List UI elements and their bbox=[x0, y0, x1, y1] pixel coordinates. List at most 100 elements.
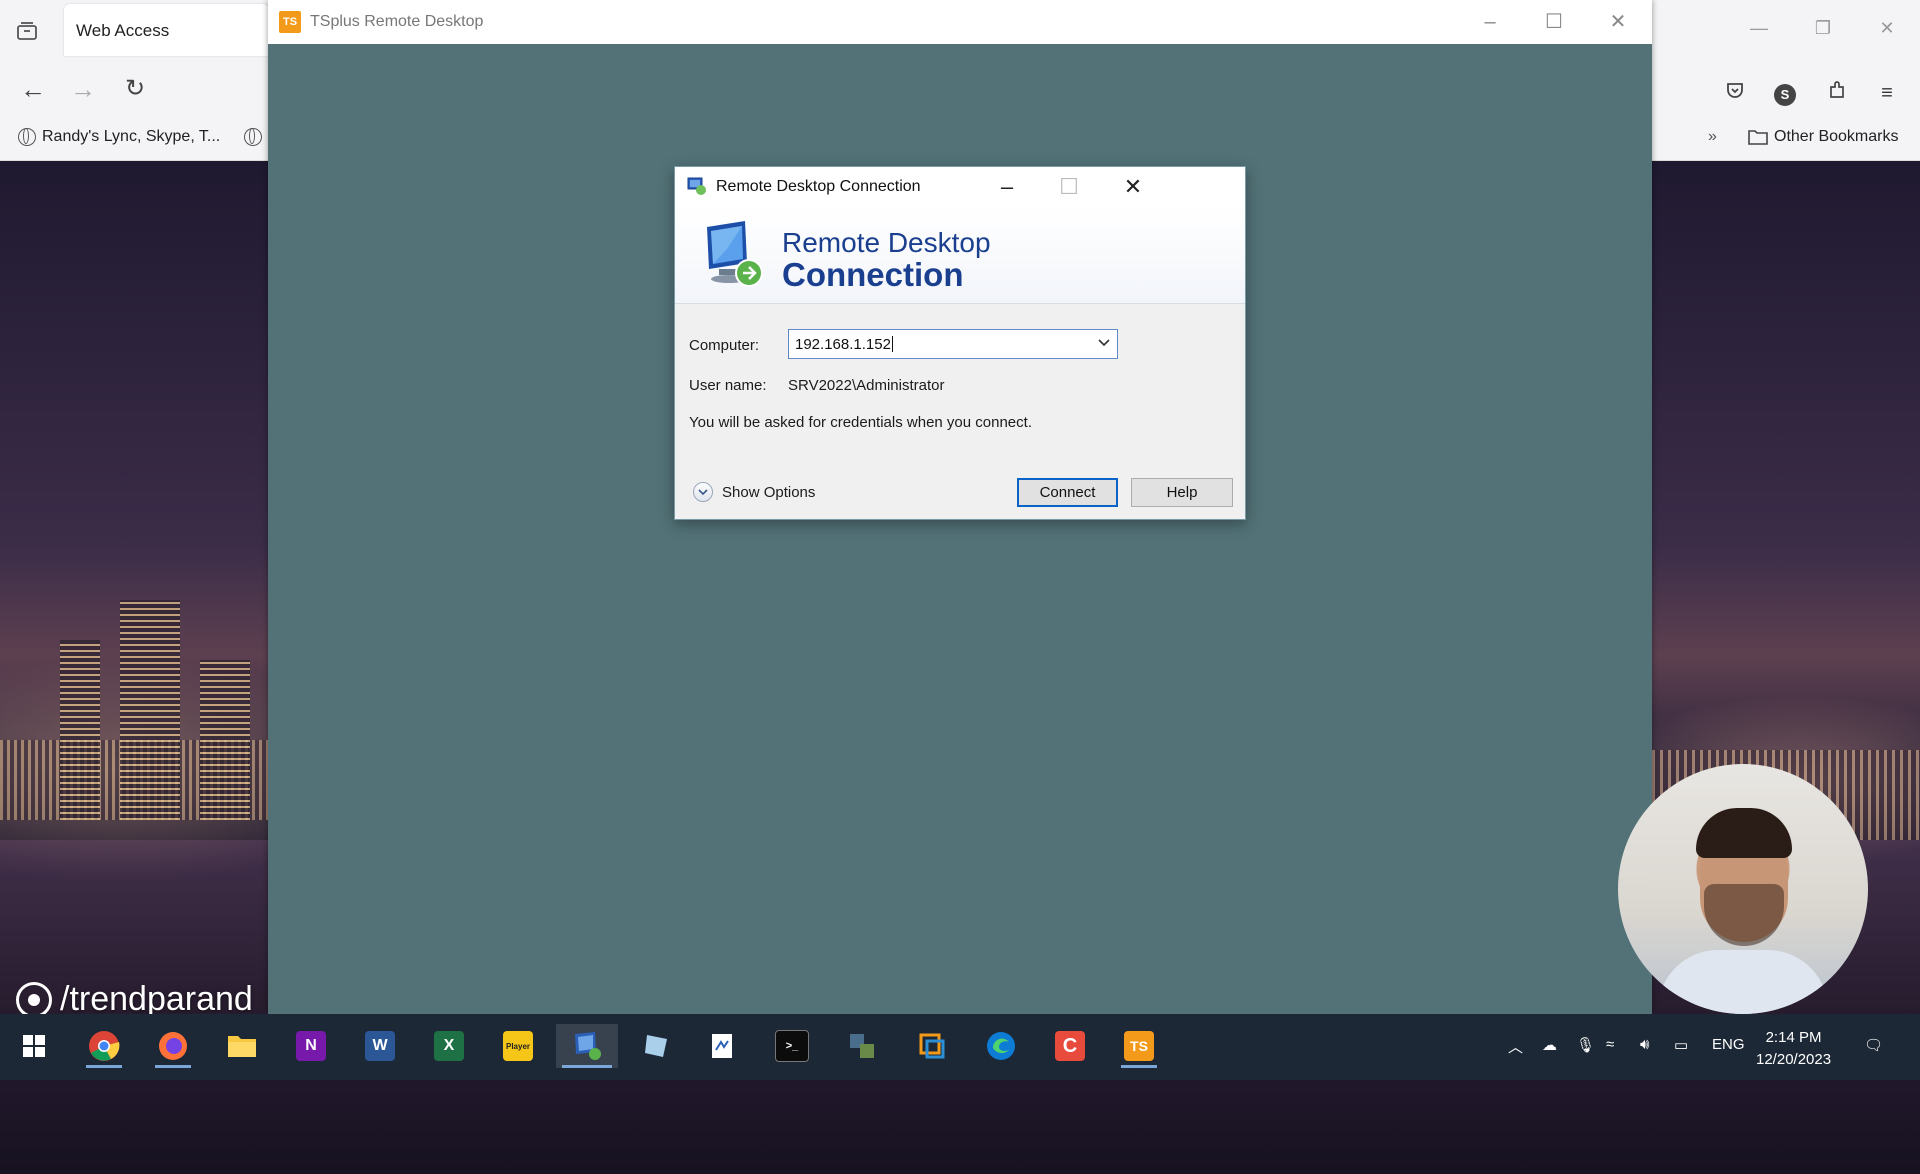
rdc-title: Remote Desktop Connection bbox=[716, 178, 921, 195]
onedrive-icon[interactable]: ☁ bbox=[1542, 1036, 1557, 1054]
document-app-icon bbox=[712, 1034, 732, 1058]
webcam-overlay bbox=[1618, 764, 1868, 1014]
remote-desktop-icon bbox=[575, 1032, 601, 1060]
excel-icon: X bbox=[434, 1031, 464, 1061]
tsplus-titlebar: TS TSplus Remote Desktop – ☐ ✕ bbox=[268, 0, 1652, 44]
taskbar-firefox[interactable] bbox=[149, 1024, 197, 1068]
taskbar-onenote[interactable]: N bbox=[287, 1024, 335, 1068]
volume-icon[interactable]: 🔊︎ bbox=[1640, 1036, 1649, 1053]
taskbar-clock[interactable]: 2:14 PM 12/20/2023 bbox=[1756, 1027, 1831, 1071]
tab-list-icon[interactable] bbox=[14, 18, 40, 44]
clock-time: 2:14 PM bbox=[1765, 1029, 1822, 1046]
reload-icon[interactable]: ↻ bbox=[120, 74, 150, 104]
webcam-shirt bbox=[1658, 950, 1828, 1014]
globe-icon bbox=[244, 128, 262, 146]
bookmark-item-2[interactable] bbox=[244, 128, 262, 146]
tsplus-maximize-icon[interactable]: ☐ bbox=[1532, 8, 1576, 36]
rdc-titlebar: Remote Desktop Connection – ☐ ✕ bbox=[675, 167, 1245, 207]
chrome-icon bbox=[89, 1031, 120, 1061]
film-reel-icon bbox=[16, 981, 52, 1018]
taskbar-word[interactable]: W bbox=[356, 1024, 404, 1068]
computer-combobox[interactable]: 192.168.1.152 bbox=[788, 329, 1118, 359]
orange-app-icon bbox=[919, 1033, 945, 1059]
taskbar-app-red[interactable]: C bbox=[1046, 1024, 1094, 1068]
red-app-icon: C bbox=[1055, 1031, 1085, 1061]
show-options-label: Show Options bbox=[722, 483, 816, 501]
browser-close-icon[interactable]: ✕ bbox=[1872, 18, 1902, 39]
chevron-down-icon[interactable] bbox=[1097, 336, 1111, 350]
credentials-info: You will be asked for credentials when y… bbox=[689, 414, 1032, 431]
firefox-icon bbox=[159, 1032, 187, 1060]
taskbar-running-indicator bbox=[562, 1065, 612, 1068]
onenote-icon: N bbox=[296, 1031, 326, 1061]
taskbar-app-orange[interactable] bbox=[908, 1024, 956, 1068]
action-center-icon[interactable]: 🗨︎ bbox=[1864, 1036, 1883, 1054]
browser-restore-icon[interactable]: ❐ bbox=[1808, 18, 1838, 39]
taskbar-edge[interactable] bbox=[977, 1024, 1025, 1068]
windows-logo-icon bbox=[23, 1035, 45, 1057]
profile-avatar[interactable]: S bbox=[1772, 80, 1798, 106]
taskbar-chrome[interactable] bbox=[80, 1024, 128, 1068]
tsplus-minimize-icon[interactable]: – bbox=[1468, 8, 1512, 36]
tsplus-logo-icon: TS bbox=[279, 11, 301, 33]
help-button[interactable]: Help bbox=[1131, 478, 1233, 507]
taskbar-player[interactable]: Player bbox=[494, 1024, 542, 1068]
taskbar-terminal[interactable]: >_ bbox=[768, 1024, 816, 1068]
back-icon[interactable]: ← bbox=[18, 74, 48, 104]
other-bookmarks[interactable]: Other Bookmarks bbox=[1748, 128, 1898, 146]
wallpaper-tower bbox=[200, 660, 250, 820]
taskbar-remote-desktop[interactable] bbox=[556, 1024, 618, 1068]
pocket-icon[interactable] bbox=[1722, 80, 1748, 106]
microphone-icon[interactable]: 🎙︎ bbox=[1576, 1036, 1595, 1054]
bookmarks-overflow-icon[interactable]: » bbox=[1708, 128, 1717, 146]
tray-overflow-icon[interactable]: ︿ bbox=[1508, 1036, 1523, 1057]
rdc-banner-line2: Connection bbox=[782, 256, 964, 293]
input-language[interactable]: ENG bbox=[1712, 1036, 1745, 1053]
taskbar-app-blue[interactable] bbox=[632, 1024, 680, 1068]
expand-circle-icon bbox=[693, 482, 713, 502]
menu-icon[interactable]: ≡ bbox=[1874, 80, 1900, 106]
webcam-beard bbox=[1704, 884, 1784, 946]
rdc-title-icon bbox=[687, 177, 706, 195]
folder-icon bbox=[228, 1036, 256, 1057]
rdc-banner-line1: Remote Desktop bbox=[782, 227, 991, 258]
word-icon: W bbox=[365, 1031, 395, 1061]
wallpaper-tower bbox=[60, 640, 100, 820]
taskbar-app-network[interactable] bbox=[838, 1024, 886, 1068]
tsplus-icon: TS bbox=[1124, 1031, 1154, 1061]
rdc-dialog: Remote Desktop Connection – ☐ ✕ Remote D… bbox=[674, 166, 1246, 520]
network-app-icon bbox=[850, 1034, 874, 1058]
taskbar-file-explorer[interactable] bbox=[218, 1024, 266, 1068]
rdc-maximize-icon: ☐ bbox=[1059, 174, 1079, 199]
taskbar-excel[interactable]: X bbox=[425, 1024, 473, 1068]
rdc-minimize-icon[interactable]: – bbox=[987, 172, 1027, 202]
language-bar-icon[interactable]: ≈ bbox=[1606, 1036, 1614, 1053]
app-blue-icon bbox=[645, 1035, 667, 1057]
username-label: User name: bbox=[689, 377, 767, 394]
terminal-icon: >_ bbox=[775, 1030, 809, 1062]
globe-icon bbox=[18, 128, 36, 146]
profile-initial: S bbox=[1774, 84, 1796, 106]
remote-desktop-icon bbox=[707, 221, 763, 287]
username-value: SRV2022\Administrator bbox=[788, 377, 945, 394]
folder-icon bbox=[1748, 130, 1768, 145]
connect-button[interactable]: Connect bbox=[1017, 478, 1118, 507]
forward-icon[interactable]: → bbox=[68, 74, 98, 104]
taskbar-tsplus[interactable]: TS bbox=[1115, 1024, 1163, 1068]
tsplus-close-icon[interactable]: ✕ bbox=[1596, 8, 1640, 36]
taskbar-app-doc[interactable] bbox=[698, 1024, 746, 1068]
webcam-hair bbox=[1696, 808, 1792, 858]
browser-tab-title: Web Access bbox=[76, 21, 170, 40]
browser-minimize-icon[interactable]: — bbox=[1744, 18, 1774, 39]
computer-label: Computer: bbox=[689, 337, 760, 354]
extensions-icon[interactable] bbox=[1824, 80, 1850, 106]
browser-tab[interactable]: Web Access bbox=[64, 4, 269, 56]
bookmark-item[interactable]: Randy's Lync, Skype, T... bbox=[18, 128, 220, 146]
start-button[interactable] bbox=[10, 1024, 58, 1068]
edge-icon bbox=[987, 1032, 1015, 1060]
player-icon: Player bbox=[503, 1031, 533, 1061]
network-icon[interactable]: ▭ bbox=[1674, 1036, 1688, 1054]
rdc-close-icon[interactable]: ✕ bbox=[1113, 172, 1153, 202]
show-options-toggle[interactable]: Show Options bbox=[693, 482, 815, 502]
rdc-banner: Remote Desktop Connection bbox=[675, 207, 1245, 304]
